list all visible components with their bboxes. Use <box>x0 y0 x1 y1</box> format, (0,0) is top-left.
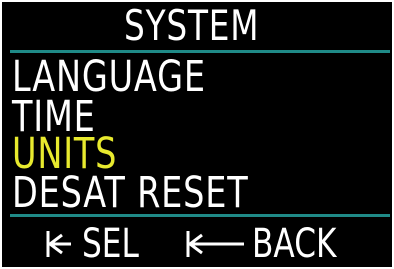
select-button[interactable]: SEL <box>44 224 155 264</box>
page-title: SYSTEM <box>124 2 260 50</box>
dive-computer-device: SYSTEM LANGUAGE TIME UNITS DESAT RESET S… <box>0 0 394 269</box>
short-arrow-left-icon <box>46 231 71 257</box>
system-menu-screen: SYSTEM LANGUAGE TIME UNITS DESAT RESET S… <box>2 2 392 267</box>
menu-item-desat-reset[interactable]: DESAT RESET <box>12 172 248 215</box>
back-label: BACK <box>252 221 337 267</box>
select-label: SEL <box>82 221 139 267</box>
long-arrow-left-icon <box>186 231 244 257</box>
back-button[interactable]: BACK <box>184 224 360 264</box>
footer-divider <box>10 214 390 217</box>
